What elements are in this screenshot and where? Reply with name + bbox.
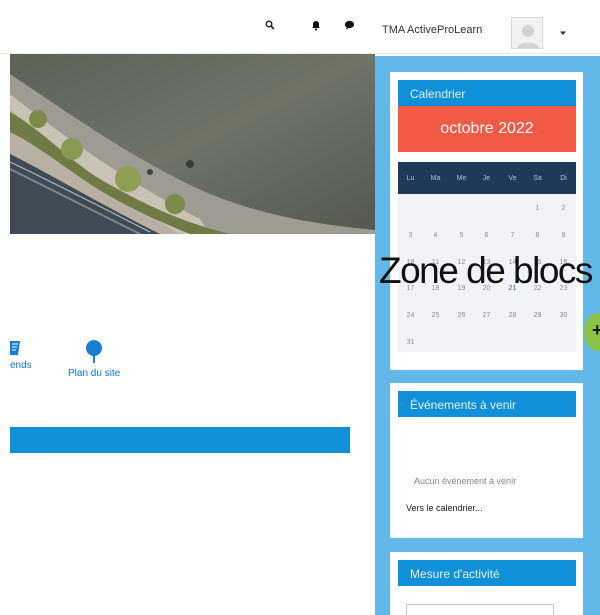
add-block-icon[interactable]: + <box>592 320 600 341</box>
calendar-day[interactable]: 3 <box>398 232 423 239</box>
calendar-day[interactable]: 9 <box>551 232 576 239</box>
activity-block: Mesure d'activité <box>390 552 583 615</box>
calendar-day[interactable]: 30 <box>551 312 576 319</box>
calendar-day[interactable]: 28 <box>500 312 525 319</box>
calendar-weekday-header: Lu Ma Me Je Ve Sa Di <box>398 162 576 194</box>
book-icon <box>10 341 20 355</box>
calendar-day[interactable]: 31 <box>398 339 423 346</box>
calendar-day[interactable]: 25 <box>423 312 448 319</box>
calendar-day[interactable]: 26 <box>449 312 474 319</box>
calendar-weekday: Me <box>456 175 467 182</box>
search-icon[interactable] <box>261 16 279 34</box>
activity-block-title: Mesure d'activité <box>398 560 576 586</box>
calendar-month[interactable]: octobre 2022 <box>398 106 576 152</box>
upcoming-events-title: Événements à venir <box>398 391 576 417</box>
calendar-day[interactable]: 6 <box>474 232 499 239</box>
avatar[interactable] <box>511 17 543 49</box>
quick-link-site-map[interactable]: Plan du site <box>68 340 120 379</box>
hero-image <box>10 54 375 234</box>
calendar-day[interactable]: 8 <box>525 232 550 239</box>
quick-link-ends[interactable]: ends <box>10 340 32 371</box>
calendar-weekday: Di <box>560 175 567 182</box>
map-pin-icon <box>86 340 103 363</box>
content-heading-bar <box>10 427 350 453</box>
activity-field[interactable] <box>406 604 554 615</box>
calendar-day[interactable]: 5 <box>449 232 474 239</box>
calendar-block: Calendrier octobre 2022 Lu Ma Me Je Ve Sa Di 1… <box>390 72 583 370</box>
quick-link-label[interactable]: Plan du site <box>68 368 120 379</box>
calendar-day[interactable]: 24 <box>398 312 423 319</box>
page: TMA ActiveProLearn ends Plan du site Cal… <box>0 0 600 615</box>
caret-down-icon[interactable] <box>558 25 568 35</box>
calendar-day[interactable]: 7 <box>500 232 525 239</box>
quick-link-label[interactable]: ends <box>10 360 32 371</box>
calendar-weekday: Ve <box>508 175 517 182</box>
user-name[interactable]: TMA ActiveProLearn <box>382 24 482 36</box>
calendar-weekday: Sa <box>533 175 542 182</box>
calendar-weekday: Je <box>482 175 491 182</box>
top-navbar: TMA ActiveProLearn <box>0 0 600 54</box>
calendar-day[interactable]: 27 <box>474 312 499 319</box>
bell-icon[interactable] <box>307 16 325 34</box>
calendar-day[interactable]: 29 <box>525 312 550 319</box>
no-events-text: Aucun événement à venir <box>414 476 517 486</box>
calendar-weekday: Lu <box>406 175 415 182</box>
calendar-day[interactable]: 4 <box>423 232 448 239</box>
go-to-calendar-link[interactable]: Vers le calendrier... <box>406 503 483 513</box>
calendar-day[interactable]: 2 <box>551 205 576 212</box>
upcoming-events-block: Événements à venir Aucun événement à ven… <box>390 383 583 538</box>
calendar-weekday: Ma <box>430 175 441 182</box>
block-zone-label: Zone de blocs <box>379 250 593 291</box>
chat-bubble-icon[interactable] <box>340 16 358 34</box>
calendar-block-title: Calendrier <box>398 80 576 106</box>
calendar-day[interactable]: 1 <box>525 205 550 212</box>
